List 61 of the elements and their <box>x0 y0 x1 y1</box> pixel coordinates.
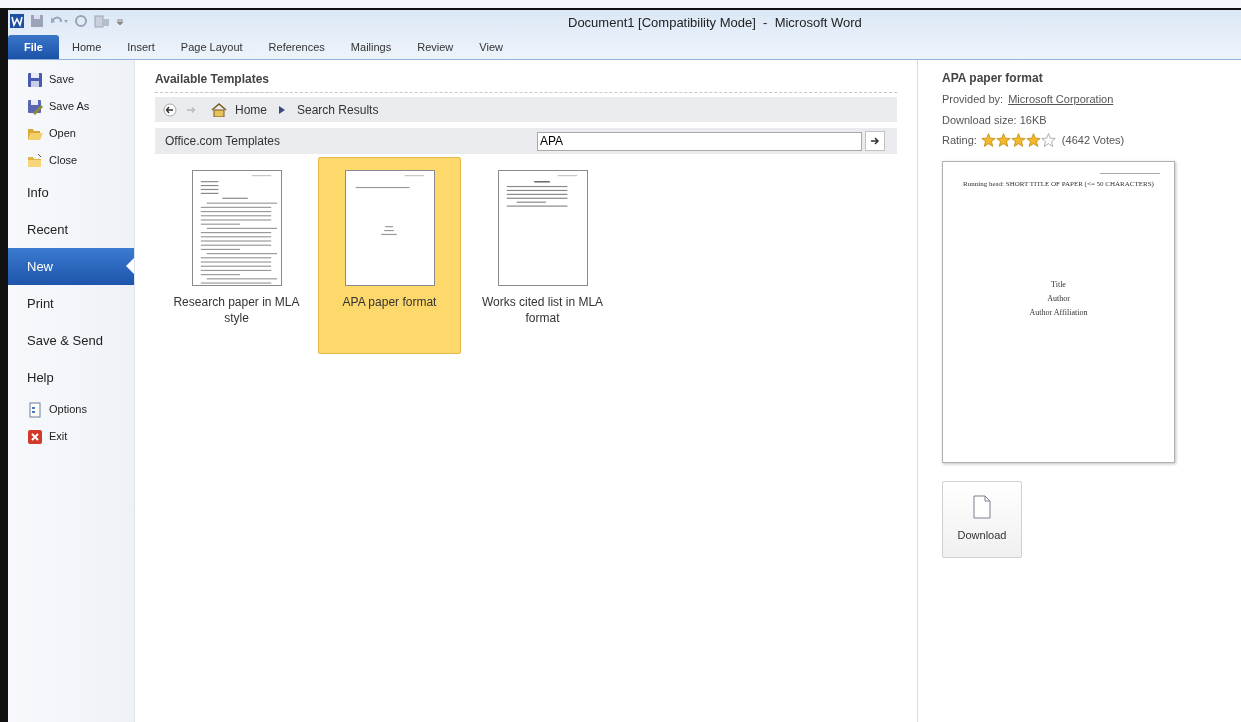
sidebar-item[interactable]: Help <box>8 359 134 396</box>
sidebar-item[interactable]: Save & Send <box>8 322 134 359</box>
pointer-notch-icon <box>126 258 134 274</box>
ribbon-tab[interactable]: Review <box>404 35 467 59</box>
document-icon <box>27 401 43 418</box>
template-title: APA paper format <box>942 70 1044 87</box>
arrow-right-icon <box>870 136 880 146</box>
ribbon-tab[interactable]: Insert <box>114 35 168 59</box>
window-title: Document1 [Compatibility Mode] - Microsoft Word <box>568 14 862 32</box>
ribbon-tab[interactable]: Home <box>58 35 115 59</box>
section-heading: Available Templates <box>155 70 270 93</box>
rating-label: Rating: <box>942 133 977 148</box>
folder-icon <box>27 152 43 169</box>
ribbon-tab[interactable]: Page Layout <box>167 35 256 59</box>
download-size: Download size: 16KB <box>942 112 1048 128</box>
chevron-right-icon <box>279 105 285 114</box>
template-tile[interactable]: Works cited list in MLA format <box>471 157 614 354</box>
sidebar-item[interactable]: Options <box>8 396 134 423</box>
sidebar-item[interactable]: Info <box>8 174 134 211</box>
sidebar-item[interactable]: Recent <box>8 211 134 248</box>
ribbon-tab[interactable]: References <box>255 35 338 59</box>
breadcrumb-current: Search Results <box>297 101 379 119</box>
breadcrumb-link[interactable]: Home <box>235 100 267 119</box>
sidebar-item[interactable]: Save As <box>8 93 134 120</box>
close-icon <box>27 428 43 445</box>
header-line-icon <box>1100 171 1160 175</box>
ribbon-tab[interactable]: File <box>8 35 59 59</box>
sidebar-item[interactable]: Open <box>8 120 134 147</box>
search-field[interactable]: APA <box>537 131 862 151</box>
template-tile[interactable]: APA paper format <box>318 157 461 354</box>
preview-text: Author Affiliation <box>1029 307 1088 319</box>
filled-star-icon <box>980 133 996 148</box>
preview-text: Title <box>1051 279 1066 291</box>
sidebar-item[interactable]: Print <box>8 285 134 322</box>
word-logo-icon[interactable] <box>10 14 24 28</box>
search-button[interactable] <box>865 131 885 151</box>
save-icon[interactable] <box>30 14 44 28</box>
ribbon-tab[interactable]: View <box>466 35 516 59</box>
filled-star-icon <box>1010 133 1026 148</box>
floppy-disk-pencil-icon <box>27 98 43 115</box>
source-label: Office.com Templates <box>165 133 281 150</box>
template-tile[interactable]: Research paper in MLA style <box>165 157 308 354</box>
vote-count: (4642 Votes) <box>1061 133 1125 148</box>
filled-star-icon <box>1025 133 1041 148</box>
sidebar-item[interactable]: New <box>8 248 134 285</box>
provider-link[interactable]: Microsoft Corporation <box>1008 91 1114 108</box>
back-arrow-icon[interactable] <box>163 102 177 117</box>
sidebar-item[interactable]: Exit <box>8 423 134 450</box>
provider-label: Provided by: <box>942 92 1004 107</box>
template-name: Research paper in MLA style <box>172 294 301 326</box>
template-name: Works cited list in MLA format <box>480 294 605 326</box>
blank-page-icon <box>973 494 991 519</box>
ribbon-tab[interactable]: Mailings <box>337 35 405 59</box>
download-button[interactable]: Download <box>942 480 1022 558</box>
preview-text: Author <box>1047 293 1070 305</box>
sidebar-item[interactable]: Close <box>8 147 134 174</box>
sidebar-item[interactable]: Save <box>8 66 134 93</box>
print-preview-icon[interactable] <box>94 14 110 28</box>
filled-star-icon <box>995 133 1011 148</box>
home-icon <box>211 102 227 117</box>
template-name: APA paper format <box>341 294 438 310</box>
